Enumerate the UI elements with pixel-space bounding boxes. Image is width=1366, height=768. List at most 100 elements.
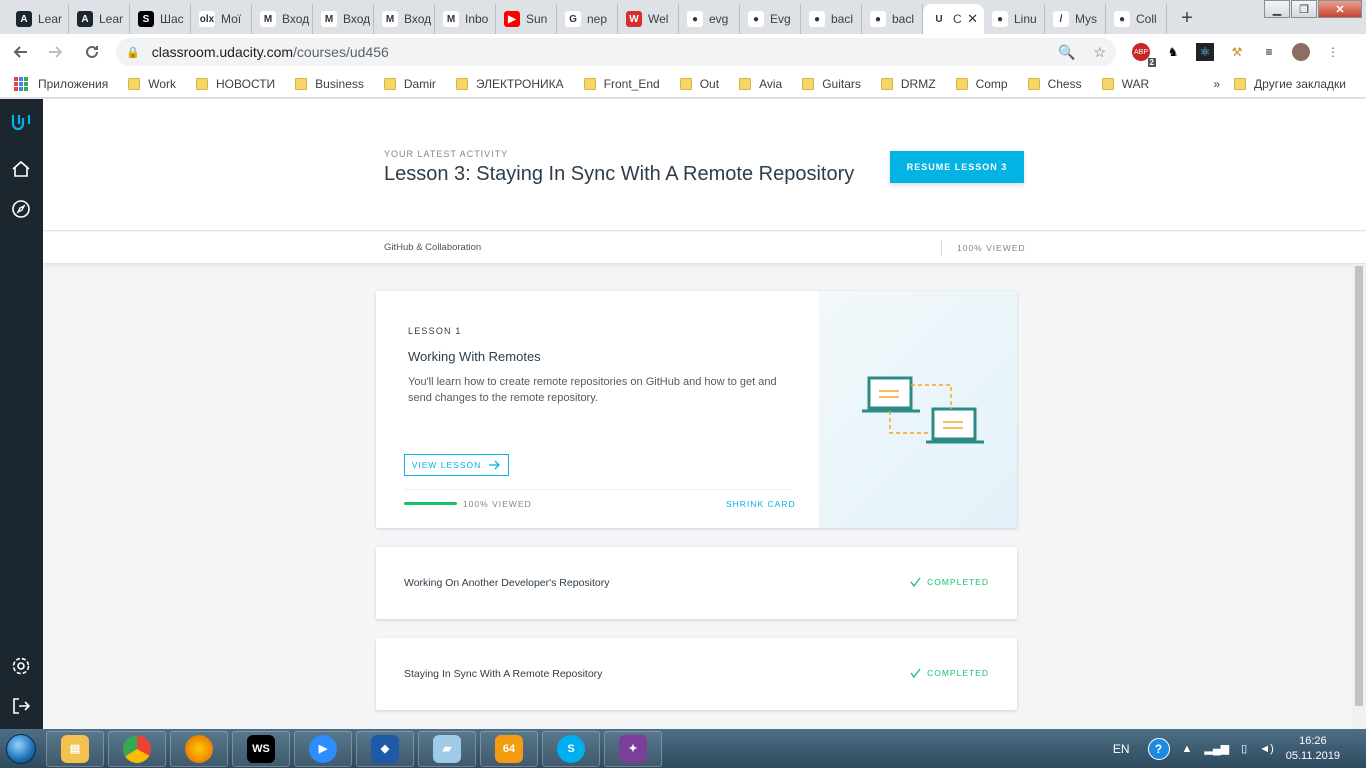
close-window-button[interactable]: ✕ <box>1318 0 1362 18</box>
taskbar-firefox[interactable] <box>170 730 228 767</box>
bookmark-label: Приложения <box>38 76 109 91</box>
bookmark-label: Chess <box>1047 76 1082 91</box>
tab-title: evg <box>709 12 729 26</box>
folder-icon <box>383 77 396 90</box>
udacity-logo-icon[interactable] <box>9 111 33 135</box>
scrollbar-thumb[interactable] <box>1355 266 1363 706</box>
media-control-icon[interactable]: ≡ <box>1260 43 1278 61</box>
course-bar: GitHub & Collaboration 100% VIEWED <box>43 232 1366 264</box>
profile-avatar[interactable] <box>1292 43 1310 61</box>
taskbar-webstorm[interactable]: WS <box>232 730 290 767</box>
firefox-icon <box>185 734 213 763</box>
bookmark-folder[interactable]: ЭЛЕКТРОНИКА <box>455 77 564 91</box>
forward-button[interactable] <box>40 36 72 68</box>
bookmark-folder[interactable]: Damir <box>383 77 436 91</box>
taskbar-explorer[interactable]: ▤ <box>46 730 104 767</box>
bookmark-apps[interactable]: Приложения <box>14 76 109 91</box>
close-tab-icon[interactable]: ✕ <box>967 11 978 27</box>
bookmark-label: DRMZ <box>900 76 936 91</box>
browser-tab[interactable]: M Inbo <box>435 4 496 34</box>
bookmark-folder[interactable]: Avia <box>739 77 782 91</box>
lesson-row[interactable]: Staying In Sync With A Remote Repository… <box>376 638 1017 710</box>
other-bookmarks[interactable]: Другие закладки <box>1234 77 1346 91</box>
browser-tab[interactable]: A Lear <box>8 4 69 34</box>
bookmark-folder[interactable]: Work <box>128 77 176 91</box>
language-indicator[interactable]: EN <box>1113 742 1130 756</box>
browser-tab[interactable]: ● bacl <box>801 4 862 34</box>
browser-tab[interactable]: ● evg <box>679 4 740 34</box>
taskbar-app-64[interactable]: 64 <box>480 730 538 767</box>
taskbar-chrome[interactable] <box>108 730 166 767</box>
new-tab-button[interactable]: + <box>1173 4 1201 32</box>
home-icon[interactable] <box>9 157 33 181</box>
browser-tab[interactable]: olx Мої <box>191 4 252 34</box>
back-button[interactable] <box>4 36 36 68</box>
browser-tab[interactable]: / Mys <box>1045 4 1106 34</box>
browser-tab[interactable]: M Вход <box>374 4 435 34</box>
help-icon[interactable]: ? <box>1147 737 1170 760</box>
browser-tab[interactable]: ▶ Sun <box>496 4 557 34</box>
view-lesson-button[interactable]: VIEW LESSON <box>404 454 509 476</box>
browser-tab[interactable]: M Вход <box>313 4 374 34</box>
bookmark-folder[interactable]: Chess <box>1027 76 1082 91</box>
taskbar-zoom[interactable]: ▶ <box>294 730 352 767</box>
bookmark-folder[interactable]: WAR <box>1101 77 1149 91</box>
reload-button[interactable] <box>76 36 108 68</box>
menu-icon[interactable]: ⋮ <box>1324 43 1342 61</box>
folder-icon <box>295 77 308 90</box>
browser-tab[interactable]: Gnep <box>557 4 618 34</box>
browser-tab[interactable]: U C ✕ <box>923 4 984 34</box>
taskbar-virtualbox[interactable]: ◆ <box>356 730 414 767</box>
tab-favicon-icon: ● <box>809 11 825 27</box>
logout-icon[interactable] <box>9 694 33 718</box>
browser-tab[interactable]: ● bacl <box>862 4 923 34</box>
settings-gear-icon[interactable] <box>9 654 33 678</box>
adblock-extension-icon[interactable]: ABP 2 <box>1132 43 1156 67</box>
tab-favicon-icon: ● <box>1114 11 1130 27</box>
resume-lesson-button[interactable]: RESUME LESSON 3 <box>890 151 1024 183</box>
webstorm-icon: WS <box>247 734 275 763</box>
tray-expand-icon[interactable]: ▲ <box>1182 743 1193 755</box>
page-scrollbar[interactable] <box>1352 264 1366 729</box>
taskbar-notepad[interactable]: ▰ <box>418 730 476 767</box>
compass-icon[interactable] <box>9 197 33 221</box>
window-controls: ▁ ❐ ✕ <box>1263 0 1362 18</box>
lesson-description: You'll learn how to create remote reposi… <box>408 376 777 404</box>
browser-tab[interactable]: S Шас <box>130 4 191 34</box>
volume-icon[interactable]: ◄) <box>1259 743 1274 755</box>
shrink-card-link[interactable]: SHRINK CARD <box>726 499 796 509</box>
bookmark-folder[interactable]: Comp <box>955 77 1008 91</box>
bookmark-folder[interactable]: НОВОСТИ <box>196 77 275 91</box>
bookmark-folder[interactable]: Front_End <box>583 77 660 91</box>
star-bookmark-icon[interactable]: ☆ <box>1093 44 1106 61</box>
folder-icon: ▤ <box>61 734 89 763</box>
bookmark-folder[interactable]: DRMZ <box>880 76 936 91</box>
lock-icon[interactable]: 🔒 <box>126 46 140 59</box>
address-bar[interactable]: 🔒 classroom.udacity.com/courses/ud456 🔍 … <box>116 38 1116 66</box>
bookmarks-overflow-button[interactable]: » <box>1213 77 1220 91</box>
react-devtools-icon[interactable]: ⚛ <box>1196 43 1214 61</box>
bookmark-folder[interactable]: Out <box>679 77 719 91</box>
taskbar-skype[interactable]: S <box>542 730 600 767</box>
clock[interactable]: 16:26 05.11.2019 <box>1286 734 1340 764</box>
bookmark-folder[interactable]: Business <box>295 77 364 91</box>
lesson-row[interactable]: Working On Another Developer's Repositor… <box>376 547 1017 619</box>
hammer-extension-icon[interactable]: ⚒ <box>1228 43 1246 61</box>
zoom-icon[interactable]: 🔍 <box>1058 44 1075 61</box>
maximize-button[interactable]: ❐ <box>1291 0 1317 18</box>
browser-tab[interactable]: M Вход <box>252 4 313 34</box>
bookmark-folder[interactable]: Guitars <box>802 77 861 91</box>
browser-tab[interactable]: ● Linu <box>984 4 1045 34</box>
browser-tab[interactable]: ● Evg <box>740 4 801 34</box>
start-button[interactable] <box>0 729 42 768</box>
taskbar-git[interactable]: ✦ <box>604 730 662 767</box>
latest-activity-header: YOUR LATEST ACTIVITY Lesson 3: Staying I… <box>43 99 1366 231</box>
browser-tab[interactable]: ● Coll <box>1106 4 1167 34</box>
signal-icon[interactable]: ▂▄▆ <box>1204 742 1229 755</box>
browser-tab[interactable]: W Wel <box>618 4 679 34</box>
browser-tab[interactable]: A Lear <box>69 4 130 34</box>
minimize-button[interactable]: ▁ <box>1264 0 1290 18</box>
tab-favicon-icon: M <box>443 11 459 27</box>
horse-extension-icon[interactable]: ♞ <box>1164 43 1182 61</box>
battery-icon[interactable]: ▯ <box>1241 742 1247 755</box>
